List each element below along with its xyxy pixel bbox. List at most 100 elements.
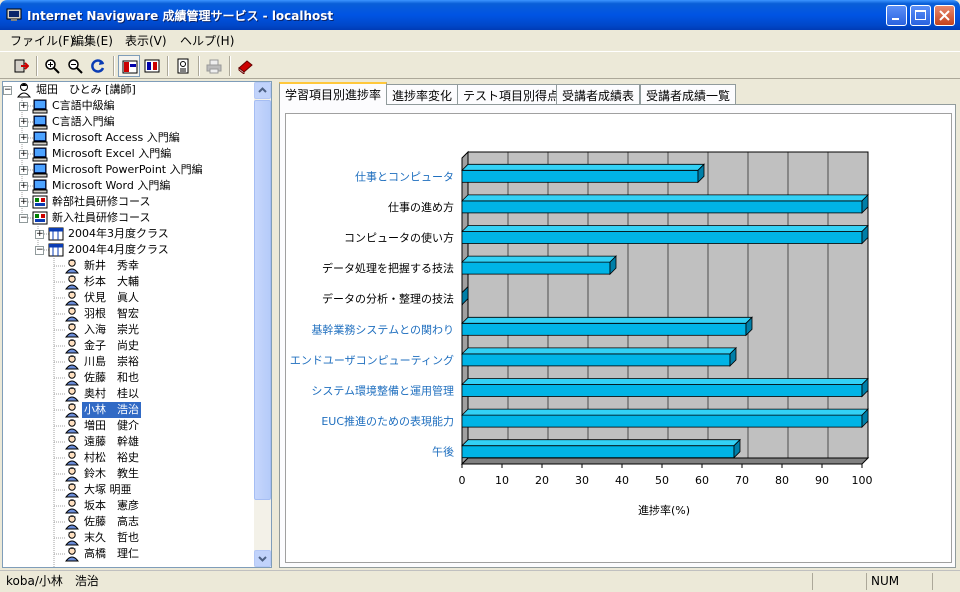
menu-view[interactable]: 表示(V) xyxy=(125,32,167,49)
expand-icon[interactable]: + xyxy=(19,182,28,191)
report-button[interactable] xyxy=(172,55,194,77)
tree-node-course[interactable]: + C言語中級編 xyxy=(3,98,255,114)
tree-node-class[interactable]: +2004年3月度クラス xyxy=(3,226,255,242)
chart-category-label: データの分析・整理の技法 xyxy=(322,292,454,306)
tree-node-label: 遠藤 幹雄 xyxy=(84,435,139,448)
chart-category-label: EUC推進のための表現能力 xyxy=(321,414,454,428)
tree-node-student[interactable]: 伏見 眞人 xyxy=(3,290,255,306)
tab-progress-change[interactable]: 進捗率変化 xyxy=(386,84,459,104)
tab-test-score[interactable]: テスト項目別得点 xyxy=(457,84,566,104)
student-icon xyxy=(64,434,80,450)
collapse-icon[interactable]: − xyxy=(3,86,12,95)
chart-bar xyxy=(461,384,863,397)
tree-node-label: 羽根 智宏 xyxy=(84,307,139,320)
close-button[interactable] xyxy=(934,5,955,26)
tree-node-student[interactable]: 奥村 桂以 xyxy=(3,386,255,402)
course-group-icon xyxy=(32,194,48,210)
tree-node-student[interactable]: 村松 裕史 xyxy=(3,450,255,466)
tree-node-label: 奥村 桂以 xyxy=(84,387,139,400)
chart-category-label: コンピュータの使い方 xyxy=(344,231,454,245)
collapse-icon[interactable]: − xyxy=(19,214,28,223)
student-icon xyxy=(64,370,80,386)
menu-edit[interactable]: 編集(E) xyxy=(72,32,113,49)
tree-node-student[interactable]: 遠藤 幹雄 xyxy=(3,434,255,450)
chart-bar-top xyxy=(461,408,869,416)
tree-node-student[interactable]: 羽根 智宏 xyxy=(3,306,255,322)
tree-node-label: 新井 秀幸 xyxy=(84,259,139,272)
tree-node-student[interactable]: 鈴木 教生 xyxy=(3,466,255,482)
tree-node-student[interactable]: 川島 崇裕 xyxy=(3,354,255,370)
tree-node-student[interactable]: 小林 浩治 xyxy=(3,402,255,418)
menu-help[interactable]: ヘルプ(H) xyxy=(180,32,234,49)
student-icon xyxy=(64,306,80,322)
exit-button[interactable] xyxy=(10,55,32,77)
student-icon xyxy=(64,386,80,402)
status-num: NUM xyxy=(866,573,930,590)
tree-node-teacher[interactable]: − 堀田 ひとみ [講師] xyxy=(3,82,255,98)
chart-bar xyxy=(461,231,863,244)
expand-icon[interactable]: + xyxy=(19,134,28,143)
tree-node-course[interactable]: + Microsoft Excel 入門編 xyxy=(3,146,255,162)
tree-node-label: 末久 哲也 xyxy=(84,531,139,544)
expand-icon[interactable]: + xyxy=(19,118,28,127)
tree-node-course[interactable]: + Microsoft Access 入門編 xyxy=(3,130,255,146)
tab-grade-list[interactable]: 受講者成績一覧 xyxy=(640,84,737,104)
chart-floor xyxy=(460,457,870,465)
toolbar-separator xyxy=(229,56,231,76)
chart-panel: 0 10 20 30 40 50 60 70 80 90 100 進捗率(%) 仕事とコンピュータ 仕事の… xyxy=(279,104,956,568)
title-bar[interactable]: Internet Navigware 成績管理サービス - localhost xyxy=(0,0,960,30)
tree-node-student[interactable]: 増田 健介 xyxy=(3,418,255,434)
expand-icon[interactable]: + xyxy=(19,102,28,111)
tree-scrollbar[interactable] xyxy=(254,82,271,567)
scroll-up-button[interactable] xyxy=(254,82,271,99)
window-title: Internet Navigware 成績管理サービス - localhost xyxy=(27,9,334,23)
scroll-down-button[interactable] xyxy=(254,550,271,567)
scroll-thumb[interactable] xyxy=(254,100,271,500)
tree-node-label: Microsoft Access 入門編 xyxy=(52,131,180,144)
status-user: koba/小林 浩治 xyxy=(6,574,99,588)
tree-node-label: Microsoft Excel 入門編 xyxy=(52,147,172,160)
chart-x-tick-label: 90 xyxy=(815,474,829,487)
expand-icon[interactable]: + xyxy=(19,198,28,207)
menu-file[interactable]: ファイル(F) xyxy=(10,32,74,49)
tree-node-course[interactable]: + Microsoft Word 入門編 xyxy=(3,178,255,194)
class-icon xyxy=(48,226,64,242)
student-icon xyxy=(64,530,80,546)
tree-node-course[interactable]: + C言語入門編 xyxy=(3,114,255,130)
layout-tree-button[interactable] xyxy=(118,55,140,77)
tree-node-class[interactable]: − 2004年4月度クラス xyxy=(3,242,255,258)
report-icon xyxy=(177,58,189,74)
tree-node-student[interactable]: 高橋 理仁 xyxy=(3,546,255,562)
tree-node-course[interactable]: + Microsoft PowerPoint 入門編 xyxy=(3,162,255,178)
maximize-button[interactable] xyxy=(910,5,931,26)
exit-icon xyxy=(14,59,29,73)
tree-node-student[interactable]: 金子 尚史 xyxy=(3,338,255,354)
minimize-button[interactable] xyxy=(886,5,907,26)
tree-node-course[interactable]: − 新入社員研修コース xyxy=(3,210,255,226)
collapse-icon[interactable]: − xyxy=(35,246,44,255)
zoom-in-button[interactable] xyxy=(41,55,63,77)
tree-node-student[interactable]: 杉本 大輔 xyxy=(3,274,255,290)
course-tree[interactable]: − 堀田 ひとみ [講師] + C言語中級編 + C言語入門編 + Microsoft Acc… xyxy=(2,81,272,568)
layout-split-button[interactable] xyxy=(141,55,163,77)
tree-node-student[interactable]: 末久 哲也 xyxy=(3,530,255,546)
expand-icon[interactable]: + xyxy=(35,230,44,239)
tree-node-label: 増田 健介 xyxy=(84,419,139,432)
refresh-button[interactable] xyxy=(87,55,109,77)
tab-progress-by-item[interactable]: 学習項目別進捗率 xyxy=(279,82,388,105)
tree-node-student[interactable]: 佐藤 高志 xyxy=(3,514,255,530)
tree-node-student[interactable]: 佐藤 和也 xyxy=(3,370,255,386)
tree-node-student[interactable]: 入海 崇光 xyxy=(3,322,255,338)
tree-node-student[interactable]: 新井 秀幸 xyxy=(3,258,255,274)
book-button[interactable] xyxy=(234,55,256,77)
tree-node-student[interactable]: 大塚 明亜 xyxy=(3,482,255,498)
student-icon xyxy=(64,258,80,274)
tree-node-student[interactable]: 坂本 憲彦 xyxy=(3,498,255,514)
expand-icon[interactable]: + xyxy=(19,166,28,175)
tab-grade-report[interactable]: 受講者成績表 xyxy=(556,84,641,104)
zoom-out-button[interactable] xyxy=(64,55,86,77)
progress-bar-chart: 0 10 20 30 40 50 60 70 80 90 100 進捗率(%) 仕事とコンピュータ仕事の… xyxy=(290,150,873,517)
expand-icon[interactable]: + xyxy=(19,150,28,159)
minimize-icon xyxy=(892,18,899,20)
tree-node-course[interactable]: + 幹部社員研修コース xyxy=(3,194,255,210)
